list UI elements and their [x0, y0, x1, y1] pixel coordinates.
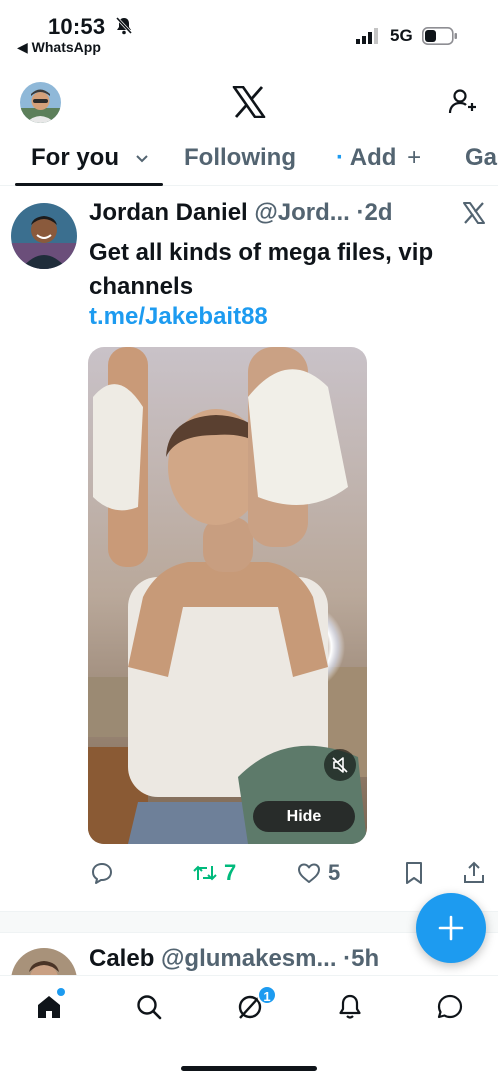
search-icon[interactable] [134, 992, 164, 1022]
post-author-name[interactable]: Jordan Daniel [89, 199, 248, 226]
hide-button[interactable]: Hide [253, 801, 355, 832]
reply-button[interactable] [89, 858, 115, 888]
tab-following[interactable]: Following [184, 144, 296, 172]
status-bar: 10:53 ◀ WhatsApp 5G [0, 0, 498, 62]
post-author-avatar[interactable] [11, 203, 77, 269]
close-icon[interactable] [462, 201, 486, 225]
battery-icon [422, 27, 457, 45]
retweet-count: 7 [224, 860, 237, 885]
next-post-author-name[interactable]: Caleb [89, 945, 154, 972]
notification-badge: 1 [257, 985, 277, 1005]
notifications-icon[interactable] [335, 992, 365, 1022]
like-count: 5 [328, 860, 341, 885]
post-link[interactable]: t.me/Jakebait88 [89, 303, 268, 331]
chevron-down-icon [135, 154, 148, 163]
back-to-app-link[interactable]: ◀ WhatsApp [17, 39, 101, 56]
dot-separator: · [343, 945, 352, 972]
like-button[interactable]: 5 [296, 858, 340, 888]
tab-for-you[interactable]: For you [31, 144, 150, 172]
reply-icon [92, 863, 112, 884]
network-type: 5G [390, 26, 413, 45]
home-new-dot [57, 988, 65, 996]
timeline-tabs: For you Following · Add + Ga [0, 132, 498, 186]
post-author-line: Jordan Daniel @Jord... ·2d [89, 199, 393, 227]
bottom-navigation: 1 [0, 975, 498, 1080]
tab-add[interactable]: · Add + [336, 144, 421, 172]
post-age: 2d [364, 199, 393, 226]
add-user-icon[interactable] [446, 86, 478, 118]
next-post-author-line: Caleb @glumakesm... ·5h [89, 945, 379, 973]
post-text: Get all kinds of mega files, vip channel… [89, 239, 434, 300]
next-post-author-handle[interactable]: @glumakesm... [161, 945, 336, 972]
active-tab-indicator [15, 183, 163, 186]
home-icon[interactable] [34, 992, 64, 1022]
signal-icon [356, 28, 378, 44]
heart-icon [298, 863, 320, 883]
bookmark-icon [406, 862, 422, 884]
speaker-muted-icon [332, 757, 348, 773]
status-time: 10:53 [48, 14, 106, 39]
share-button[interactable] [461, 858, 487, 888]
retweet-button[interactable]: 7 [192, 858, 236, 888]
next-post-age: 5h [351, 945, 380, 972]
share-icon [464, 861, 484, 883]
plus-icon [438, 915, 464, 941]
tab-partial[interactable]: Ga [465, 144, 497, 172]
compose-post-button[interactable] [416, 893, 486, 963]
messages-icon[interactable] [435, 992, 465, 1022]
retweet-icon [193, 865, 217, 881]
home-indicator [181, 1066, 317, 1071]
post-author-handle[interactable]: @Jord... [254, 199, 349, 226]
profile-avatar[interactable] [20, 82, 61, 123]
x-logo[interactable] [232, 86, 266, 118]
bookmark-button[interactable] [401, 858, 427, 888]
mute-button[interactable] [324, 749, 356, 781]
bell-off-icon [115, 16, 133, 35]
